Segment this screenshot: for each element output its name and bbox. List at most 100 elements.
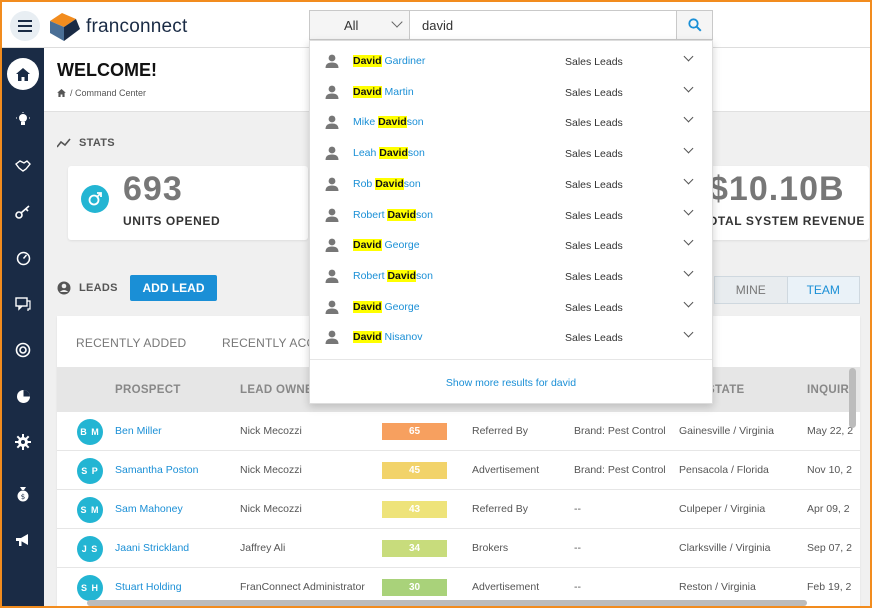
chevron-down-icon[interactable] <box>683 112 694 123</box>
person-icon <box>324 329 340 350</box>
search-result-item[interactable]: David Nisanov Sales Leads <box>310 322 712 353</box>
search-result-item[interactable]: David George Sales Leads <box>310 292 712 323</box>
sidebar-item-access[interactable] <box>2 196 44 228</box>
person-icon <box>324 84 340 105</box>
sidebar-item-messages[interactable] <box>2 288 44 320</box>
search-result-name[interactable]: David George <box>353 239 420 252</box>
user-circle-icon <box>57 281 71 295</box>
sidebar-item-reports[interactable] <box>2 380 44 412</box>
search-result-name[interactable]: David Gardiner <box>353 55 425 67</box>
search-result-item[interactable]: David George Sales Leads <box>310 230 712 261</box>
tab-recently-added[interactable]: RECENTLY ADDED <box>76 336 186 350</box>
hamburger-icon <box>18 25 32 27</box>
lead-brand: -- <box>574 503 581 515</box>
lead-brand: -- <box>574 542 581 554</box>
search-match-highlight: David <box>378 116 407 129</box>
col-lead-owner[interactable]: LEAD OWNE <box>240 384 313 396</box>
chevron-down-icon[interactable] <box>683 205 694 215</box>
avatar: S P <box>77 458 103 484</box>
search-match-highlight: David <box>387 269 417 282</box>
stats-title-text: STATS <box>79 137 115 149</box>
person-icon <box>324 268 340 289</box>
sidebar-item-home[interactable] <box>2 58 44 90</box>
chevron-down-icon[interactable] <box>683 51 694 62</box>
chevron-down-icon[interactable] <box>683 143 694 154</box>
search-result-item[interactable]: Mike Davidson Sales Leads <box>310 107 712 138</box>
search-result-name[interactable]: David George <box>353 300 420 313</box>
search-result-item[interactable]: David Martin Sales Leads <box>310 77 712 108</box>
table-row[interactable]: S M Sam Mahoney Nick Mecozzi 43 Referred… <box>57 490 860 529</box>
search-result-name[interactable]: Robert Davidson <box>353 269 433 282</box>
toggle-mine[interactable]: MINE <box>715 277 787 303</box>
col-inquiry[interactable]: INQUIR <box>807 384 849 396</box>
person-icon <box>324 145 340 166</box>
search-result-module: Sales Leads <box>565 209 623 222</box>
search-button[interactable] <box>676 11 712 39</box>
vertical-scrollbar[interactable] <box>849 368 856 428</box>
chevron-down-icon[interactable] <box>683 327 694 338</box>
lead-inquiry-date: Nov 10, 2 <box>807 464 852 476</box>
toggle-team[interactable]: TEAM <box>786 277 859 303</box>
search-result-name[interactable]: Rob Davidson <box>353 177 421 190</box>
search-match-highlight: David <box>353 239 382 252</box>
add-lead-button[interactable]: ADD LEAD <box>130 275 217 301</box>
show-more-results-link[interactable]: Show more results for david <box>310 377 712 389</box>
person-icon <box>324 53 340 74</box>
pie-icon <box>16 389 30 403</box>
search-result-item[interactable]: Rob Davidson Sales Leads <box>310 169 712 200</box>
home-icon[interactable] <box>57 89 66 97</box>
search-result-module: Sales Leads <box>565 86 623 99</box>
chevron-down-icon[interactable] <box>683 82 694 93</box>
prospect-name-link[interactable]: Ben Miller <box>115 425 162 437</box>
col-prospect[interactable]: PROSPECT <box>115 384 181 396</box>
search-icon <box>687 18 702 32</box>
table-row[interactable]: J S Jaani Strickland Jaffrey Ali 34 Brok… <box>57 529 860 568</box>
lead-owner: Nick Mecozzi <box>240 503 302 515</box>
breadcrumb-current[interactable]: / Command Center <box>70 88 146 98</box>
search-result-item[interactable]: Leah Davidson Sales Leads <box>310 138 712 169</box>
table-row[interactable]: B M Ben Miller Nick Mecozzi 65 Referred … <box>57 412 860 451</box>
prospect-name-link[interactable]: Samantha Poston <box>115 464 198 476</box>
search-result-item[interactable]: Robert Davidson Sales Leads <box>310 200 712 231</box>
lead-owner: Nick Mecozzi <box>240 425 302 437</box>
prospect-name-link[interactable]: Stuart Holding <box>115 581 182 593</box>
search-result-item[interactable]: Robert Davidson Sales Leads <box>310 261 712 292</box>
money-bag-icon: $ <box>17 487 29 502</box>
sidebar-item-support[interactable] <box>2 334 44 366</box>
search-result-module: Sales Leads <box>565 117 623 130</box>
logo[interactable]: franconnect <box>48 11 188 43</box>
hamburger-menu-button[interactable] <box>10 11 40 41</box>
search-input[interactable] <box>410 11 676 39</box>
avatar: J S <box>77 536 103 562</box>
search-result-name[interactable]: Leah Davidson <box>353 147 425 160</box>
chevron-down-icon[interactable] <box>683 266 694 277</box>
sidebar-item-settings[interactable] <box>2 426 44 458</box>
chat-icon <box>15 296 31 311</box>
chevron-down-icon[interactable] <box>683 235 694 246</box>
sidebar-item-finance[interactable]: $ <box>2 478 44 510</box>
search-match-highlight: David <box>353 300 382 313</box>
horizontal-scrollbar[interactable] <box>87 600 807 606</box>
prospect-name-link[interactable]: Jaani Strickland <box>115 542 189 554</box>
sidebar-item-ideas[interactable] <box>2 104 44 136</box>
sidebar-item-marketing[interactable] <box>2 524 44 556</box>
leads-title-text: LEADS <box>79 282 118 294</box>
chevron-down-icon[interactable] <box>683 174 694 185</box>
chevron-down-icon[interactable] <box>683 297 694 308</box>
search-category-select[interactable]: All <box>310 11 410 39</box>
search-result-name[interactable]: Robert Davidson <box>353 208 433 221</box>
table-row[interactable]: S P Samantha Poston Nick Mecozzi 45 Adve… <box>57 451 860 490</box>
lead-location: Pensacola / Florida <box>679 464 769 476</box>
stat-card-units-opened[interactable]: 693 UNITS OPENED <box>68 166 308 240</box>
search-result-module: Sales Leads <box>565 270 623 283</box>
sidebar-item-deals[interactable] <box>2 150 44 182</box>
search-result-name[interactable]: David Martin <box>353 85 414 98</box>
search-result-name[interactable]: Mike Davidson <box>353 116 424 129</box>
search-result-item[interactable]: David Gardiner Sales Leads <box>310 46 712 77</box>
search-result-module: Sales Leads <box>565 178 623 191</box>
tab-recently-accessed[interactable]: RECENTLY ACC <box>222 336 315 350</box>
sidebar-item-dashboard[interactable] <box>2 242 44 274</box>
search-result-name[interactable]: David Nisanov <box>353 331 422 344</box>
prospect-name-link[interactable]: Sam Mahoney <box>115 503 183 515</box>
stat-card-system-revenue[interactable]: $10.10B OTAL SYSTEM REVENUE <box>708 166 869 240</box>
